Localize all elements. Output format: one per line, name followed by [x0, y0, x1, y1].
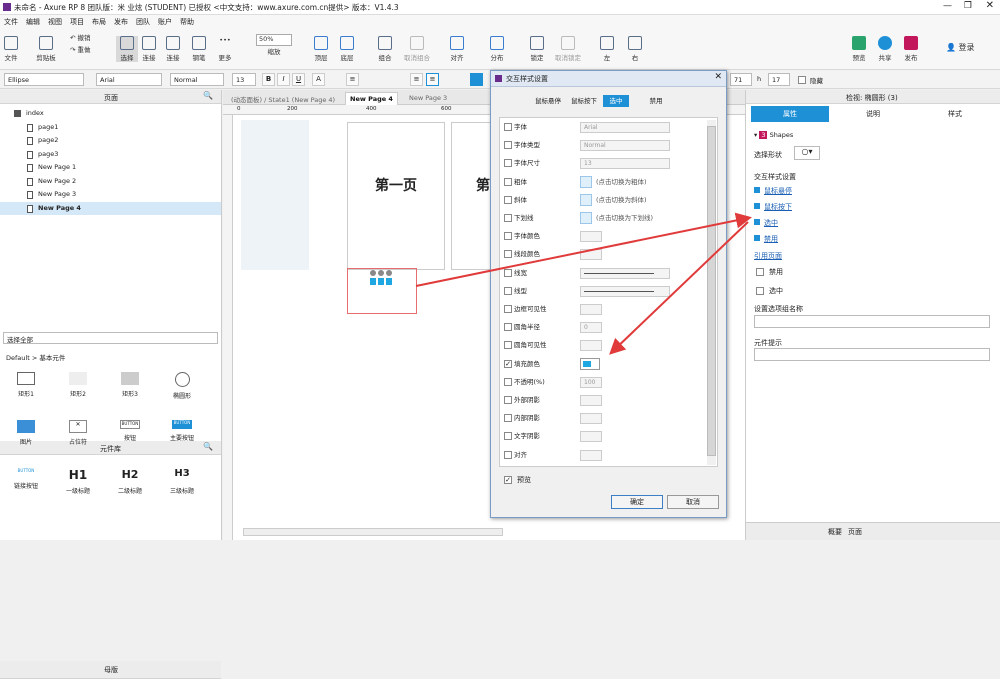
annotation-arrows	[415, 212, 752, 355]
arrow-to-selected-link	[415, 212, 752, 287]
masters-header: 母版	[0, 661, 221, 679]
